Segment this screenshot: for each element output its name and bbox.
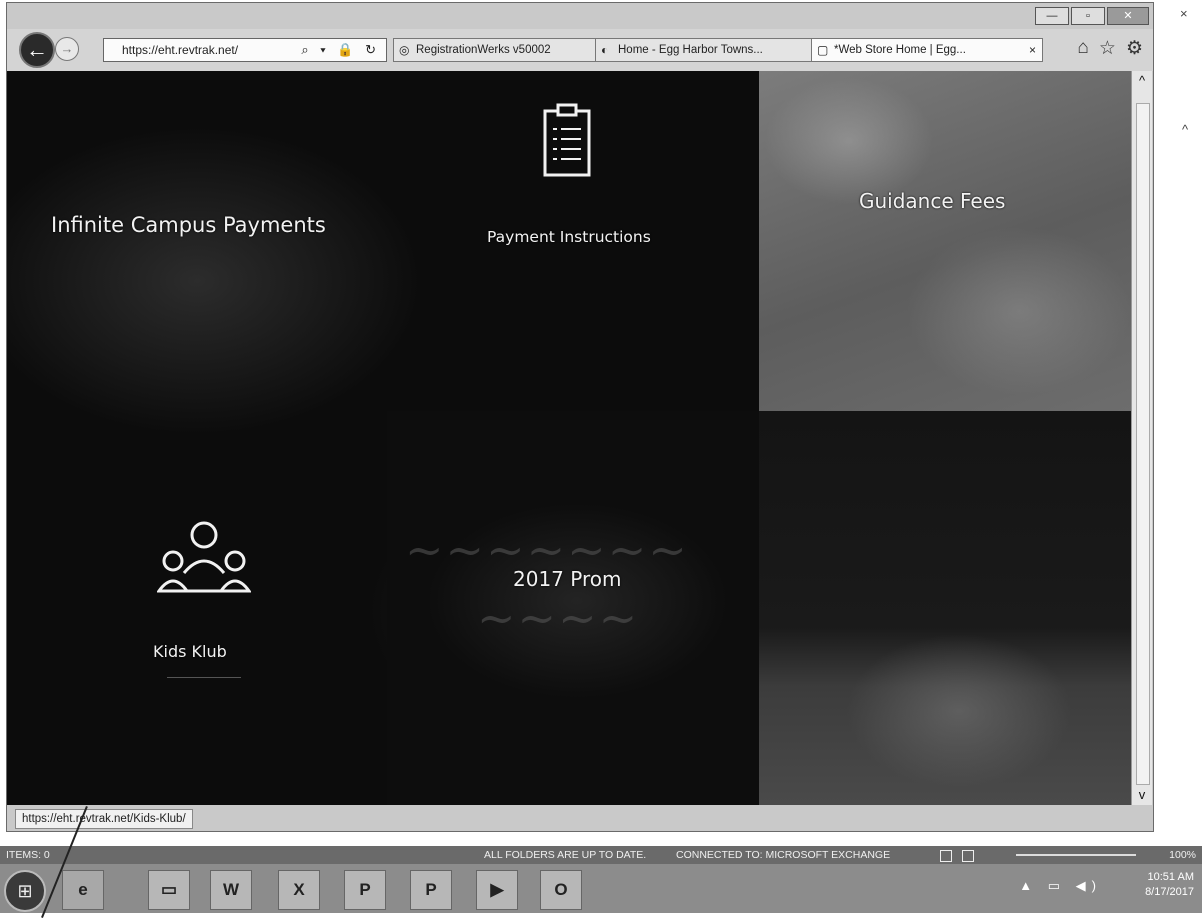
maximize-button[interactable]: ▫ — [1071, 7, 1105, 25]
address-controls[interactable]: ⌕ ▾ 🔒 ↻ — [301, 39, 380, 61]
tab-label: Home - Egg Harbor Towns... — [618, 44, 763, 56]
clipboard-checklist-icon — [543, 103, 591, 177]
back-arrow-icon[interactable]: ← — [19, 32, 55, 68]
system-tray-icons[interactable]: ▲ ▭ ◀) — [1019, 878, 1102, 894]
tile-guidance-fees[interactable]: Guidance Fees — [859, 189, 1005, 213]
tab-home-egg-harbor[interactable]: ◐ Home - Egg Harbor Towns... — [595, 38, 825, 62]
page-icon: ▢ — [817, 43, 829, 57]
gear-icon[interactable]: ⚙ — [1126, 37, 1143, 60]
tile-lower-right-image[interactable] — [759, 411, 1131, 805]
home-icon[interactable]: ⌂ — [1077, 37, 1088, 60]
outlook-taskbar-icon[interactable]: O — [540, 870, 582, 910]
browser-right-icons: ⌂ ☆ ⚙ — [1077, 37, 1143, 60]
scroll-up-icon[interactable]: ^ — [1132, 71, 1152, 91]
forward-arrow-icon[interactable]: → — [55, 37, 79, 61]
kids-klub-underline — [167, 677, 241, 678]
system-clock[interactable]: 10:51 AM 8/17/2017 — [1145, 870, 1194, 900]
globe-icon: ◎ — [399, 43, 410, 57]
media-player-taskbar-icon[interactable]: ▶ — [476, 870, 518, 910]
scroll-thumb[interactable] — [1136, 103, 1150, 785]
vertical-scrollbar[interactable]: ^ v — [1131, 71, 1152, 805]
tab-label: RegistrationWerks v50002 — [416, 44, 551, 56]
tile-payment-instructions[interactable]: Payment Instructions — [487, 228, 651, 246]
page-content: ~~~~~~~ ~~~~ Infinite Campus Payments Pa… — [7, 71, 1131, 805]
clock-date: 8/17/2017 — [1145, 886, 1194, 898]
tab-label: *Web Store Home | Egg... — [834, 44, 966, 56]
window-controls: — ▫ ✕ — [1035, 7, 1149, 25]
powerpoint-taskbar-icon[interactable]: P — [344, 870, 386, 910]
items-count: ITEMS: 0 — [6, 849, 50, 861]
clock-time: 10:51 AM — [1147, 871, 1194, 883]
tab-registrationwerks[interactable]: ◎ RegistrationWerks v50002 — [393, 38, 609, 62]
browser-toolbar: ← → https://eht.revtrak.net/ ⌕ ▾ 🔒 ↻ ◎ R… — [7, 29, 1153, 71]
star-icon[interactable]: ☆ — [1099, 37, 1116, 60]
tile-kids-klub[interactable]: Kids Klub — [153, 642, 227, 661]
tile-2017-prom[interactable]: 2017 Prom — [513, 567, 621, 591]
tile-guidance-fees-image[interactable] — [759, 71, 1131, 411]
tab-close-button[interactable]: × — [1029, 39, 1036, 61]
site-icon: ◐ — [601, 43, 609, 57]
zoom-level: 100% — [1169, 849, 1196, 861]
link-status-url: https://eht.revtrak.net/Kids-Klub/ — [15, 809, 193, 829]
exchange-status: CONNECTED TO: MICROSOFT EXCHANGE — [676, 849, 891, 861]
word-taskbar-icon[interactable]: W — [210, 870, 252, 910]
browser-window: — ▫ ✕ ← → https://eht.revtrak.net/ ⌕ ▾ 🔒… — [6, 2, 1154, 832]
tab-web-store[interactable]: ▢ *Web Store Home | Egg... × — [811, 38, 1043, 62]
excel-taskbar-icon[interactable]: X — [278, 870, 320, 910]
publisher-taskbar-icon[interactable]: P — [410, 870, 452, 910]
tile-infinite-campus-payments[interactable]: Infinite Campus Payments — [51, 213, 326, 237]
windows-taskbar: ⊞ e ▭ W X P P ▶ O ▲ ▭ ◀) 10:51 AM 8/17/2… — [0, 864, 1202, 913]
outlook-status-bar: ITEMS: 0 ALL FOLDERS ARE UP TO DATE. CON… — [0, 846, 1202, 864]
zoom-slider[interactable] — [1016, 854, 1136, 856]
close-window-button[interactable]: ✕ — [1107, 7, 1149, 25]
minimize-button[interactable]: — — [1035, 7, 1069, 25]
caret-up-icon: ^ — [1182, 122, 1189, 137]
folders-status: ALL FOLDERS ARE UP TO DATE. — [484, 849, 647, 861]
prom-decorative-script: ~~~~ — [477, 591, 640, 645]
people-group-icon — [157, 521, 251, 593]
close-marker-icon: × — [1180, 6, 1188, 21]
normal-view-icon[interactable] — [940, 850, 952, 862]
internet-explorer-taskbar-icon[interactable]: e — [62, 870, 104, 910]
address-bar[interactable]: https://eht.revtrak.net/ ⌕ ▾ 🔒 ↻ — [103, 38, 387, 62]
file-explorer-taskbar-icon[interactable]: ▭ — [148, 870, 190, 910]
reading-view-icon[interactable] — [962, 850, 974, 862]
scroll-down-icon[interactable]: v — [1132, 785, 1152, 805]
address-url[interactable]: https://eht.revtrak.net/ — [122, 39, 238, 61]
start-button[interactable]: ⊞ — [4, 870, 46, 912]
